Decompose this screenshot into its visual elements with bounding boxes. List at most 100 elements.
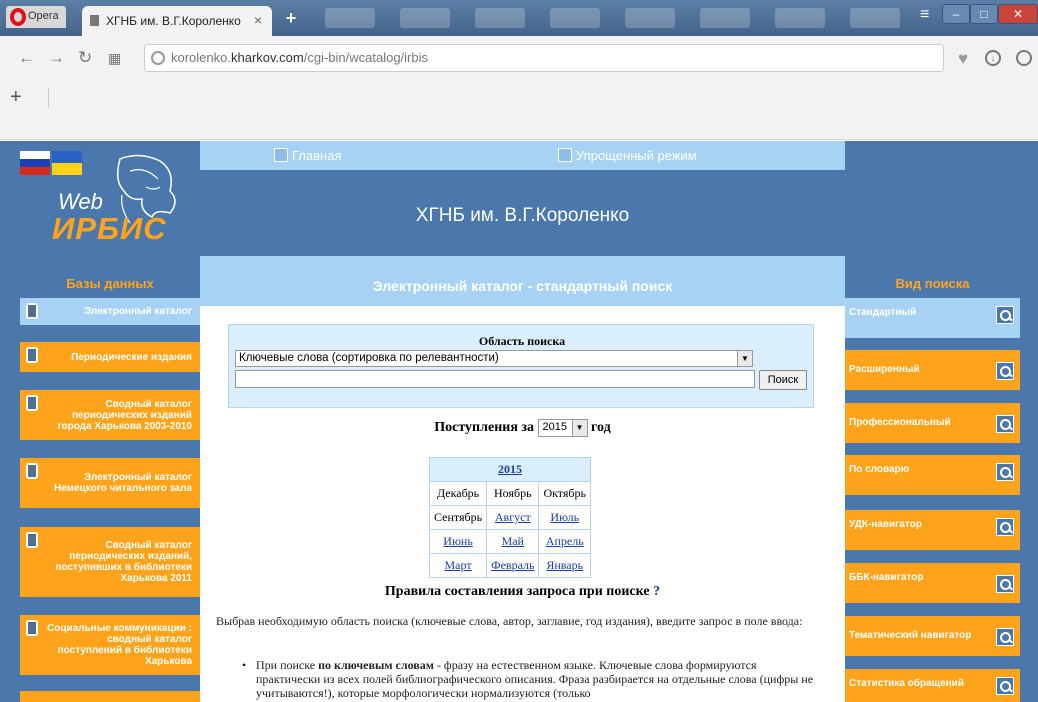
month-cell: Декабрь [428, 481, 488, 506]
opera-logo-icon [10, 8, 26, 26]
year-select[interactable]: 2015 ▼ [537, 419, 588, 437]
tab-thumbnail[interactable] [700, 8, 750, 28]
download-icon[interactable]: ↓ [985, 50, 1001, 66]
db-item-union-catalog-2011[interactable]: Сводный каталог периодических изданий, п… [20, 527, 200, 597]
arrivals-suffix: год [591, 420, 611, 436]
search-type-udc-navigator[interactable]: УДК-навигатор [845, 510, 1020, 550]
close-window-button[interactable]: ✕ [998, 4, 1038, 24]
search-type-extended[interactable]: Расширенный [845, 350, 1020, 390]
address-toolbar: ← → ↻ ▦ korolenko.kharkov.com/cgi-bin/wc… [0, 36, 1038, 82]
search-icon [996, 362, 1014, 380]
db-item-label: Электронный каталог [84, 306, 192, 317]
db-item-union-catalog-2003[interactable]: Сводный каталог периодических изданий го… [20, 390, 200, 440]
search-type-professional[interactable]: Профессиональный [845, 403, 1020, 443]
maximize-button[interactable]: □ [970, 4, 998, 24]
tab-thumbnail[interactable] [475, 8, 525, 28]
nav-home-link[interactable]: Главная [274, 148, 341, 163]
database-icon [26, 532, 38, 548]
site-title: ХГНБ им. В.Г.Короленко [415, 205, 630, 226]
chevron-down-icon: ▼ [737, 351, 752, 366]
url-text: korolenko.kharkov.com/cgi-bin/wcatalog/i… [171, 50, 428, 65]
tab-menu-icon[interactable]: ≡ [920, 6, 929, 24]
db-item-label: Периодические издания [71, 351, 192, 363]
heart-icon[interactable]: ♥ [958, 49, 968, 69]
calendar-year-link[interactable]: 2015 [429, 457, 591, 482]
search-type-bbk-navigator[interactable]: ББК-навигатор [845, 563, 1020, 603]
month-link[interactable]: Июль [550, 510, 579, 524]
simple-mode-box-icon [558, 148, 572, 162]
search-area-title: Область поиска [478, 334, 566, 348]
chevron-down-icon: ▼ [571, 420, 587, 436]
db-item-electronic-catalog[interactable]: Электронный каталог [20, 298, 200, 325]
query-input[interactable] [235, 370, 755, 388]
add-bookmark-button[interactable]: + [10, 86, 22, 109]
tab-thumbnail[interactable] [850, 8, 900, 28]
search-type-statistics[interactable]: Статистика обращений [845, 669, 1020, 702]
month-cell: Октябрь [538, 481, 591, 506]
tab-close-icon[interactable]: × [254, 12, 262, 28]
month-calendar: 2015 Декабрь Ноябрь Октябрь Сентябрь Авг… [428, 457, 591, 578]
top-navigation: Главная Упрощенный режим [200, 141, 845, 170]
main-content: Электронный каталог - стандартный поиск … [200, 256, 845, 702]
db-item-social-communications[interactable]: Социальные коммуникации : сводный катало… [20, 615, 200, 675]
month-link[interactable]: Апрель [546, 534, 584, 548]
month-link[interactable]: Июнь [443, 534, 473, 548]
nav-simple-mode-link[interactable]: Упрощенный режим [558, 148, 697, 163]
search-type-label: УДК-навигатор [849, 519, 922, 530]
help-link[interactable]: ? [653, 584, 660, 599]
search-type-label: По словарю [849, 464, 910, 475]
database-icon [26, 463, 38, 479]
search-type-label: Статистика обращений [849, 678, 964, 689]
search-type-dictionary[interactable]: По словарю [845, 455, 1020, 495]
russian-flag-icon[interactable] [20, 151, 50, 175]
new-tab-button[interactable]: + [280, 8, 302, 28]
tab-title: ХГНБ им. В.Г.Короленко [106, 14, 241, 28]
db-item-periodicals[interactable]: Периодические издания [20, 342, 200, 372]
tab-thumbnail[interactable] [775, 8, 825, 28]
db-item-label: Сводный каталог периодических изданий го… [57, 398, 192, 432]
month-link[interactable]: Май [502, 534, 524, 548]
month-cell: Сентябрь [428, 505, 488, 530]
db-item-label: Электронный каталог Немецкого читального… [54, 472, 192, 494]
search-area-select[interactable]: Ключевые слова (сортировка по релевантно… [235, 350, 753, 367]
forward-icon[interactable]: → [48, 48, 65, 68]
database-icon [26, 347, 38, 363]
rules-intro: Выбрав необходимую область поиска (ключе… [216, 614, 803, 628]
search-icon [996, 518, 1014, 536]
nav-simple-label: Упрощенный режим [576, 148, 697, 163]
database-icon [26, 303, 38, 319]
search-type-label: Тематический навигатор [849, 630, 972, 641]
search-area: Область поиска Ключевые слова (сортировк… [228, 324, 814, 408]
tab-thumbnail[interactable] [550, 8, 600, 28]
search-button[interactable]: Поиск [759, 370, 807, 390]
month-link[interactable]: Январь [546, 558, 583, 572]
tab-thumbnail[interactable] [625, 8, 675, 28]
opera-menu-button[interactable]: Opera [6, 6, 66, 28]
database-icon [26, 620, 38, 636]
user-icon[interactable] [1016, 50, 1032, 66]
ukrainian-flag-icon[interactable] [52, 151, 82, 175]
search-icon [996, 306, 1014, 324]
back-icon[interactable]: ← [18, 48, 35, 68]
globe-icon [151, 51, 165, 65]
speed-dial-icon[interactable]: ▦ [108, 50, 121, 67]
db-item-german-reading-room[interactable]: Электронный каталог Немецкого читального… [20, 458, 200, 508]
rule-prefix: При поиске [256, 658, 316, 672]
reload-icon[interactable]: ↻ [78, 48, 92, 68]
search-type-standard[interactable]: Стандартный [845, 298, 1020, 338]
tab-thumbnail[interactable] [400, 8, 450, 28]
minimize-button[interactable]: – [942, 4, 970, 24]
month-link[interactable]: Март [445, 558, 472, 572]
arrivals-line: Поступления за 2015 ▼ год [200, 419, 845, 437]
search-type-thematic-navigator[interactable]: Тематический навигатор [845, 616, 1020, 656]
rules-title-text: Правила составления запроса при поиске [384, 584, 650, 599]
search-area-selected: Ключевые слова (сортировка по релевантно… [239, 352, 499, 364]
month-link[interactable]: Август [495, 510, 531, 524]
search-type-heading: Вид поиска [895, 276, 970, 291]
url-field[interactable]: korolenko.kharkov.com/cgi-bin/wcatalog/i… [144, 44, 944, 72]
browser-tab[interactable]: ХГНБ им. В.Г.Короленко × [82, 6, 272, 36]
content-heading: Электронный каталог - стандартный поиск [200, 256, 845, 306]
tab-thumbnail[interactable] [325, 8, 375, 28]
month-link[interactable]: Февраль [491, 558, 534, 572]
db-item-partial[interactable] [20, 691, 200, 702]
